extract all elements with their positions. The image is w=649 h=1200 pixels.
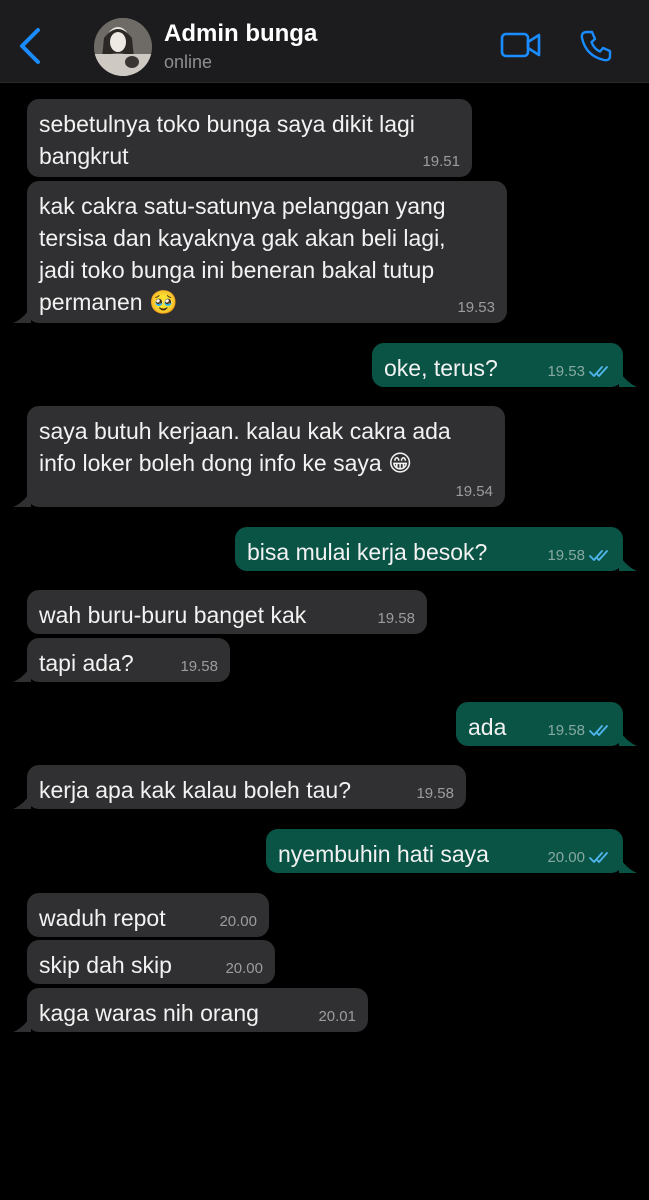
message-time: 19.51 [422,153,460,170]
message-bubble-incoming[interactable]: kak cakra satu-satunya pelanggan yang te… [13,181,507,323]
bubble-tail [619,555,637,571]
message-time-row: 19.58 [547,547,609,565]
double-check-icon [589,852,608,863]
phone-icon [580,30,612,62]
contact-status: online [164,52,213,72]
message-time: 19.54 [455,483,493,500]
back-button[interactable] [14,26,48,66]
double-check-icon [589,550,608,561]
bubble-tail [13,793,31,809]
message-time: 19.53 [547,363,585,380]
bubble-tail [13,666,31,682]
video-camera-icon [500,32,541,58]
message-text: saya butuh kerjaan. kalau kak cakra ada … [39,418,451,476]
contact-name[interactable]: Admin bunga [164,20,317,48]
chat-header: Admin bunga online [0,0,649,83]
avatar[interactable] [94,18,152,76]
message-bubble-outgoing[interactable]: nyembuhin hati saya 20.00 [266,829,637,873]
video-call-button[interactable] [500,31,542,59]
message-text: sebetulnya toko bunga saya dikit lagi ba… [39,111,415,169]
message-bubble-incoming[interactable]: saya butuh kerjaan. kalau kak cakra ada … [13,406,505,507]
voice-call-button[interactable] [578,28,614,64]
message-bubble-outgoing[interactable]: oke, terus? 19.53 [372,343,637,387]
message-bubble-outgoing[interactable]: bisa mulai kerja besok? 19.58 [235,527,637,571]
message-bubble-incoming[interactable]: kerja apa kak kalau boleh tau? 19.58 [13,765,466,809]
message-bubble-incoming[interactable]: skip dah skip 20.00 [27,940,275,984]
message-bubble-incoming[interactable]: waduh repot 20.00 [27,893,269,937]
message-time: 20.00 [547,849,585,866]
message-time: 19.58 [377,610,415,627]
message-time-row: 19.58 [547,722,609,740]
message-time: 20.01 [318,1008,356,1025]
message-bubble-incoming[interactable]: tapi ada? 19.58 [13,638,230,682]
message-bubble-outgoing[interactable]: ada 19.58 [456,702,637,746]
message-time: 20.00 [219,913,257,930]
message-time: 19.58 [547,547,585,564]
bubble-tail [13,307,31,323]
bubble-tail [619,371,637,387]
message-time: 19.58 [547,722,585,739]
bubble-tail [13,1016,31,1032]
message-time: 19.58 [180,658,218,675]
double-check-icon [589,725,608,736]
chevron-left-icon [20,28,40,64]
message-text: kaga waras nih orang [39,1000,259,1026]
message-time: 19.58 [416,785,454,802]
message-time: 20.00 [225,960,263,977]
message-time: 19.53 [457,299,495,316]
message-time-row: 19.53 [547,363,609,381]
message-bubble-incoming[interactable]: sebetulnya toko bunga saya dikit lagi ba… [27,99,472,177]
bubble-tail [619,857,637,873]
message-text: wah buru-buru banget kak [39,602,307,628]
message-time-row: 20.00 [547,849,609,867]
message-text: kerja apa kak kalau boleh tau? [39,777,351,803]
double-check-icon [589,366,608,377]
message-bubble-incoming[interactable]: kaga waras nih orang 20.01 [13,988,368,1032]
bubble-tail [619,730,637,746]
message-bubble-incoming[interactable]: wah buru-buru banget kak 19.58 [27,590,427,634]
bubble-tail [13,491,31,507]
message-text: kak cakra satu-satunya pelanggan yang te… [39,193,446,315]
